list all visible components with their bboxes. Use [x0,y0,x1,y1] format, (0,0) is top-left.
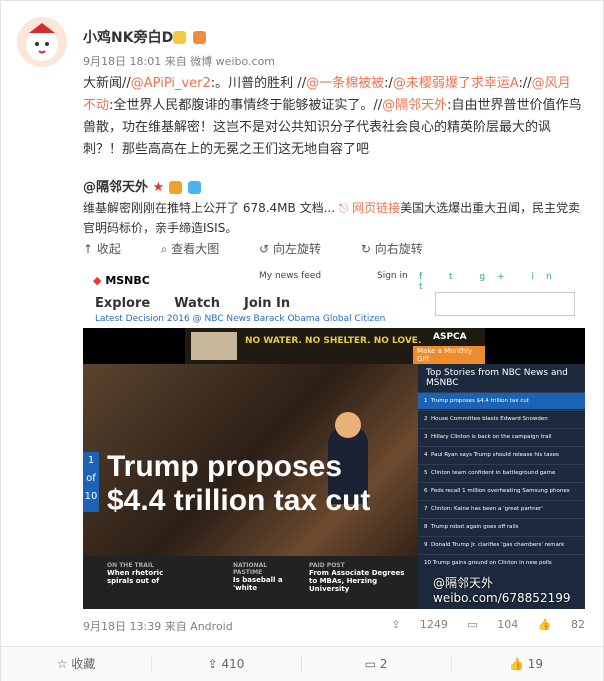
image-toolbar: ↑ 收起 ⌕ 查看大图 ↺ 向左旋转 ↻ 向右旋转 [83,240,459,257]
story-item: 4 Paul Ryan says Trump should release hi… [418,446,585,463]
bottom-story-a: ON THE TRAIL When rhetoric spirals out of [107,562,164,585]
repost-count[interactable]: ⇪ 1249 [391,618,448,631]
repost-username[interactable]: @隔邻天外 ★ [83,176,203,195]
bottom-story-c: PAID POST From Associate Degrees to MBAs,… [309,562,405,593]
story-item: 3 Hillary Clinton is back on the campaig… [418,428,585,445]
dog-image [191,332,237,360]
bottom-strip: ON THE TRAIL When rhetoric spirals out of… [83,556,418,609]
post-time[interactable]: 9月18日 18:01 来自 微博 weibo.com [83,53,275,69]
collapse-button[interactable]: ↑ 收起 [83,242,139,256]
medal-badge-icon[interactable] [188,181,202,194]
top-stories-panel: Top Stories from NBC News and MSNBC 1 Tr… [418,364,585,609]
aspca-ad: NO WATER. NO SHELTER. NO LOVE. ASPCA Mak… [185,328,485,364]
mention-link[interactable]: @隔邻天外 [382,98,447,113]
ad-button: Make a Monthly Gift [413,346,485,364]
repost-time[interactable]: 9月18日 13:39 来自 Android [83,618,233,634]
story-item: 2 House Committee blasts Edward Snowden [418,410,585,427]
comment-count[interactable]: ▭ 104 [467,618,518,631]
ad-brand: ASPCA [433,332,467,342]
speaker-head [335,412,361,438]
mention-link[interactable]: @APiPi_ver2 [131,76,211,91]
story-item: 1 Trump proposes $4.4 trillion tax cut [418,392,585,409]
repost-button[interactable]: ⇪ 410 [151,647,301,681]
star-icon: ★ [152,180,165,195]
rotate-left-button[interactable]: ↺ 向左旋转 [259,242,339,256]
bottom-story-b: NATIONAL PASTIME Is baseball a 'white [233,562,283,592]
story-item: 7 Clinton: Kaine has been a 'great partn… [418,500,585,517]
mention-link[interactable]: @一条棉被被 [306,76,384,91]
action-bar: ☆ 收藏 ⇪ 410 ▭ 2 👍 19 [1,646,603,681]
social-icons: f t g+ in t [419,272,564,292]
stories-title: Top Stories from NBC News and MSNBC [426,368,568,388]
post-username[interactable]: 小鸡NK旁白D [83,27,173,47]
repost-text: 维基解密刚刚在推特上公开了 678.4MB 文档... ⎋ 网页链接美国大选爆出… [83,201,581,235]
headline: Trump proposes $4.4 trillion tax cut [107,450,371,517]
vip-badge-icon[interactable] [173,31,186,44]
msnbc-search [435,292,575,316]
story-item: 5 Clinton team confident in battleground… [418,464,585,481]
attached-screenshot[interactable]: ◆ MSNBC My news feed Sign in f t g+ in t… [83,266,585,609]
avatar-image [26,23,58,61]
medal-badge-icon[interactable] [193,31,207,44]
vip-badge-icon[interactable] [168,181,182,194]
story-item: 10 Trump gains ground on Clinton in new … [418,554,585,571]
reposted-weibo: @隔邻天外 ★ 维基解密刚刚在推特上公开了 678.4MB 文档... ⎋ 网页… [83,168,585,638]
story-item: 6 Feds recall 1 million overheating Sams… [418,482,585,499]
sign-in: Sign in [377,271,408,281]
avatar[interactable] [17,17,67,67]
msnbc-nav: Explore Watch Join In [95,296,291,311]
weibo-watermark: @隔邻天外 weibo.com/678852199 [433,576,571,605]
story-item: 9 Donald Trump Jr. clarifies 'gas chambe… [418,536,585,553]
user-badges [173,27,208,46]
view-large-button[interactable]: ⌕ 查看大图 [161,242,238,256]
mention-link[interactable]: @未樱弱爆了求幸运A [393,76,519,91]
like-button[interactable]: 👍 19 [451,647,601,681]
story-item: 8 Trump robot again goes off rails [418,518,585,535]
latest-bar: Latest Decision 2016 @ NBC News Barack O… [95,314,386,324]
post-content: 大新闻//@APiPi_ver2:。川普的胜利 //@一条棉被被:/@未樱弱爆了… [83,76,582,157]
link-icon[interactable]: ⎋ [339,201,352,215]
weibo-post: 小鸡NK旁白D 9月18日 18:01 来自 微博 weibo.com 大新闻/… [0,0,604,681]
hero-image: 1 of 10 Trump proposes $4.4 trillion tax cu… [83,364,418,609]
favorite-button[interactable]: ☆ 收藏 [1,647,151,681]
slide-counter: 1 of 10 [83,452,99,512]
ad-text: NO WATER. NO SHELTER. NO LOVE. [245,336,422,346]
web-link[interactable]: 网页链接 [352,201,400,215]
repost-stats: ⇪ 1249 ▭ 104 👍 82 [375,618,585,631]
msnbc-header: ◆ MSNBC My news feed Sign in f t g+ in t… [83,266,585,328]
my-news-feed: My news feed [259,271,322,281]
comment-button[interactable]: ▭ 2 [301,647,451,681]
like-count[interactable]: 👍 82 [538,618,585,631]
rotate-right-button[interactable]: ↻ 向右旋转 [361,242,441,256]
msnbc-logo: ◆ MSNBC [93,274,150,287]
